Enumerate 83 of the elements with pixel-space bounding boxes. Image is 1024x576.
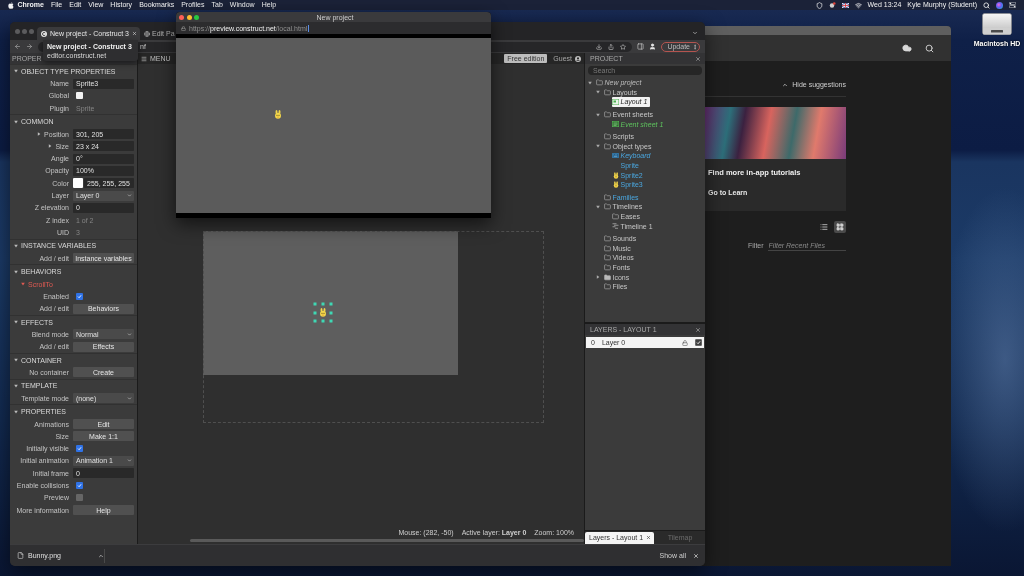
folder-icon	[604, 193, 611, 201]
collapse-arrow-icon[interactable]	[14, 69, 18, 74]
folder-icon	[604, 203, 611, 211]
selection-handle[interactable]	[313, 302, 317, 306]
folder-icon	[604, 273, 611, 281]
chevron-down-icon	[127, 395, 132, 401]
search-icon[interactable]	[925, 43, 934, 53]
file-icon	[17, 552, 24, 559]
list-icon	[820, 223, 828, 231]
folder-icon	[612, 213, 619, 220]
checkbox[interactable]	[76, 445, 83, 453]
collapse-arrow-icon[interactable]	[14, 119, 18, 124]
cloud-icon[interactable]	[902, 43, 912, 53]
globe-icon	[144, 30, 150, 37]
toggles-icon[interactable]	[1009, 2, 1016, 8]
grid-icon	[836, 223, 844, 231]
color-swatch-icon[interactable]	[73, 178, 83, 189]
chevron-down-icon	[127, 193, 132, 198]
selection-handle[interactable]	[321, 302, 325, 306]
bunny-icon	[612, 181, 619, 189]
timeline-icon	[612, 223, 619, 230]
logo-icon	[41, 30, 47, 37]
profile-icon[interactable]	[649, 43, 657, 50]
expand-arrow-icon[interactable]	[596, 275, 600, 280]
text-cursor	[308, 24, 310, 32]
selection-handle[interactable]	[329, 319, 333, 323]
badge-icon[interactable]	[828, 2, 836, 8]
zoom-button[interactable]	[194, 14, 199, 20]
collapse-arrow-icon[interactable]	[14, 243, 18, 248]
horizontal-scrollbar[interactable]	[190, 539, 584, 542]
collapse-arrow-icon[interactable]	[14, 320, 18, 324]
share-icon[interactable]	[608, 43, 615, 50]
more-icon	[692, 43, 698, 50]
folder-icon	[604, 111, 611, 119]
checkbox[interactable]	[76, 92, 83, 100]
grid-view-button[interactable]	[834, 221, 846, 233]
apple-icon[interactable]	[8, 1, 14, 9]
expand-arrow-icon[interactable]	[21, 282, 25, 286]
layout-icon	[612, 98, 619, 105]
expand-arrow-icon[interactable]	[37, 132, 42, 137]
collapse-arrow-icon[interactable]	[14, 409, 18, 414]
selection-handle[interactable]	[329, 311, 333, 314]
expand-arrow-icon[interactable]	[48, 144, 53, 149]
list-view-button[interactable]	[818, 221, 830, 233]
side-panel-icon[interactable]	[637, 43, 645, 50]
lock-icon	[181, 25, 186, 31]
download-icon[interactable]	[596, 43, 603, 50]
bunny-sprite	[319, 308, 327, 317]
collapse-arrow-icon[interactable]	[14, 383, 18, 388]
minimize-button[interactable]	[186, 14, 192, 20]
flag-icon[interactable]	[841, 2, 849, 8]
selection-handle[interactable]	[321, 319, 325, 323]
lock-icon[interactable]	[682, 339, 688, 346]
caret-up-icon[interactable]	[98, 552, 104, 559]
folder-icon	[604, 283, 611, 291]
collapse-arrow-icon[interactable]	[14, 358, 18, 363]
chevron-up-icon	[782, 81, 789, 88]
orb-icon[interactable]	[996, 1, 1003, 9]
bunny-sprite	[274, 110, 282, 119]
checkbox[interactable]	[76, 292, 83, 300]
close-icon[interactable]	[646, 535, 652, 540]
keyboard-icon	[612, 153, 619, 159]
checkbox[interactable]	[76, 482, 83, 490]
star-icon[interactable]	[620, 43, 627, 50]
forward-icon[interactable]	[26, 43, 33, 50]
chevron-down-icon	[127, 331, 132, 337]
menu-icon	[141, 55, 147, 62]
close-icon[interactable]	[695, 326, 701, 333]
event-sheet-icon	[612, 121, 619, 128]
selection-handle[interactable]	[313, 311, 317, 314]
hard-drive-icon[interactable]	[982, 13, 1012, 35]
visibility-checkbox[interactable]	[695, 339, 702, 346]
shield-icon[interactable]	[815, 1, 823, 9]
back-icon[interactable]	[14, 43, 21, 50]
chevron-down-icon[interactable]	[692, 30, 698, 36]
selection-handle[interactable]	[329, 302, 333, 306]
chevron-down-icon	[127, 458, 132, 464]
close-icon[interactable]	[695, 55, 701, 62]
close-button[interactable]	[179, 14, 184, 20]
collapse-arrow-icon[interactable]	[14, 269, 18, 274]
selection-handle[interactable]	[313, 319, 317, 323]
wifi-icon[interactable]	[854, 1, 862, 9]
bunny-icon	[612, 171, 619, 179]
